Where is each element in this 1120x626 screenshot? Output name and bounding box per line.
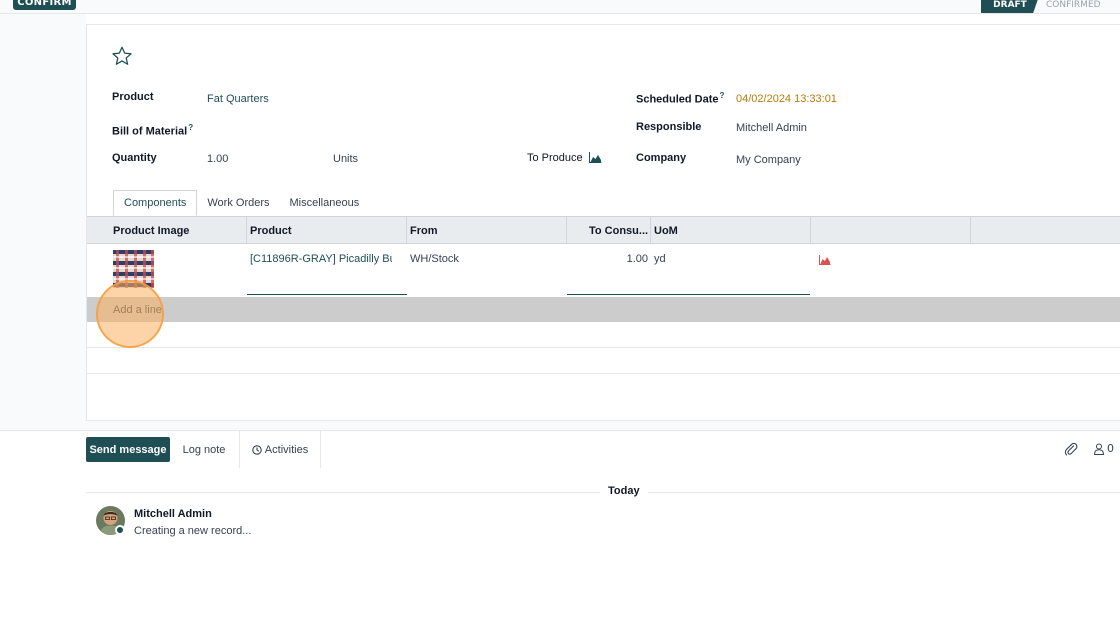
- row-from[interactable]: WH/Stock: [410, 253, 459, 265]
- column-separator: [650, 217, 651, 244]
- company-field[interactable]: My Company: [736, 154, 801, 166]
- column-header-from[interactable]: From: [410, 217, 438, 244]
- notebook-tabs: Components Work Orders Miscellaneous: [113, 190, 369, 216]
- table-row[interactable]: [C11896R-GRAY] Picadilly Buffalo Plaid W…: [87, 244, 1120, 296]
- online-status-dot: [115, 525, 125, 535]
- quantity-uom-field[interactable]: Units: [333, 153, 358, 165]
- clock-icon: [252, 444, 262, 455]
- column-separator: [566, 217, 567, 244]
- components-table-header: Product Image Product From To Consu... U…: [87, 216, 1120, 244]
- column-header-to-consume[interactable]: To Consu...: [589, 217, 648, 244]
- product-field[interactable]: Fat Quarters: [207, 93, 269, 105]
- empty-table-row: [87, 348, 1120, 374]
- confirm-button[interactable]: CONFIRM: [13, 0, 76, 10]
- tab-miscellaneous[interactable]: Miscellaneous: [280, 190, 370, 216]
- column-header-uom[interactable]: UoM: [654, 217, 678, 244]
- date-separator: Today: [600, 485, 648, 497]
- product-thumbnail: [113, 250, 154, 288]
- company-label: Company: [636, 152, 687, 164]
- paperclip-icon[interactable]: [1064, 442, 1078, 456]
- bom-label: Bill of Material?: [112, 123, 193, 138]
- quantity-field[interactable]: 1.00: [207, 153, 228, 165]
- scheduled-date-label-text: Scheduled Date: [636, 93, 719, 106]
- status-stage-draft[interactable]: DRAFT: [981, 0, 1039, 13]
- star-icon[interactable]: [111, 45, 133, 67]
- to-produce-label: To Produce: [527, 152, 583, 164]
- column-separator: [406, 217, 407, 244]
- forecast-warning-icon[interactable]: [819, 255, 831, 265]
- activities-button[interactable]: Activities: [239, 431, 321, 468]
- message-author[interactable]: Mitchell Admin: [134, 508, 212, 520]
- followers-button[interactable]: 0: [1093, 442, 1114, 455]
- responsible-field[interactable]: Mitchell Admin: [736, 122, 807, 134]
- responsible-label: Responsible: [636, 121, 702, 133]
- followers-count: 0: [1107, 442, 1114, 455]
- scheduled-date-help-icon[interactable]: ?: [720, 91, 725, 100]
- chatter-divider: [0, 430, 1120, 431]
- send-message-button[interactable]: Send message: [86, 437, 170, 462]
- message-body: Creating a new record...: [134, 525, 252, 537]
- row-product[interactable]: [C11896R-GRAY] Picadilly Buffalo Plaid: [250, 253, 392, 265]
- column-header-product-image[interactable]: Product Image: [113, 217, 189, 244]
- scheduled-date-field[interactable]: 04/02/2024 13:33:01: [736, 93, 837, 105]
- person-icon: [1093, 443, 1105, 455]
- add-line-row[interactable]: Add a line: [87, 297, 1120, 322]
- quantity-label: Quantity: [112, 152, 157, 164]
- product-label: Product: [112, 91, 154, 103]
- column-separator: [246, 217, 247, 244]
- row-to-consume[interactable]: 1.00: [567, 253, 648, 265]
- form-background: [0, 14, 86, 430]
- bom-label-text: Bill of Material: [112, 125, 188, 138]
- forecast-chart-icon[interactable]: [589, 152, 602, 163]
- column-header-product[interactable]: Product: [250, 217, 292, 244]
- row-uom[interactable]: yd: [654, 253, 666, 265]
- empty-table-row: [87, 322, 1120, 348]
- row-quantity-underline: [567, 294, 810, 295]
- status-stage-confirmed[interactable]: CONFIRMED: [1040, 0, 1120, 13]
- log-note-button[interactable]: Log note: [174, 437, 234, 462]
- column-separator: [810, 217, 811, 244]
- row-product-underline: [247, 294, 407, 295]
- tab-work-orders[interactable]: Work Orders: [197, 190, 279, 216]
- scheduled-date-label: Scheduled Date?: [636, 91, 724, 106]
- activities-label: Activities: [264, 443, 309, 456]
- bom-help-icon[interactable]: ?: [188, 123, 193, 132]
- column-separator: [970, 217, 971, 244]
- control-panel: [0, 0, 1120, 14]
- add-line-link[interactable]: Add a line: [113, 297, 162, 322]
- tab-components[interactable]: Components: [113, 190, 198, 216]
